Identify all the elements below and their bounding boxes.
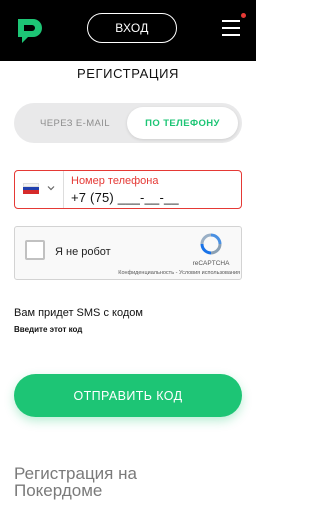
- page-title: РЕГИСТРАЦИЯ: [76, 66, 180, 81]
- tab-email[interactable]: ЧЕРЕЗ E-MAIL: [22, 107, 128, 139]
- russia-flag-icon[interactable]: [23, 183, 39, 194]
- pokerdom-logo-icon[interactable]: [16, 17, 44, 45]
- hamburger-menu-icon[interactable]: [222, 18, 240, 36]
- login-button[interactable]: ВХОД: [87, 13, 177, 43]
- recaptcha-links[interactable]: Конфиденциальность - Условия использован…: [95, 270, 240, 276]
- recaptcha-logo-icon: [200, 233, 222, 255]
- notification-dot: [241, 13, 246, 18]
- send-code-button[interactable]: ОТПРАВИТЬ КОД: [14, 374, 242, 417]
- recaptcha-widget: Я не робот reCAPTCHA Конфиденциальность …: [14, 226, 242, 280]
- captcha-checkbox[interactable]: [25, 240, 45, 260]
- captcha-label: Я не робот: [55, 246, 111, 258]
- phone-field-label: Номер телефона: [71, 175, 159, 187]
- enter-code-label: Введите этот код: [14, 325, 83, 334]
- divider: [63, 171, 64, 208]
- tab-phone[interactable]: ПО ТЕЛЕФОНУ: [127, 107, 238, 139]
- phone-input[interactable]: +7 (75) ___-__-__: [71, 190, 179, 205]
- registration-method-switch: ЧЕРЕЗ E-MAIL ПО ТЕЛЕФОНУ: [14, 103, 242, 143]
- recaptcha-brand: reCAPTCHA: [192, 260, 230, 267]
- top-bar: ВХОД: [0, 0, 256, 61]
- chevron-down-icon[interactable]: [47, 184, 55, 192]
- sms-notice: Вам придет SMS с кодом: [14, 307, 143, 319]
- phone-field[interactable]: Номер телефона +7 (75) ___-__-__: [14, 170, 242, 209]
- footer-heading: Регистрация на Покердоме: [14, 464, 137, 500]
